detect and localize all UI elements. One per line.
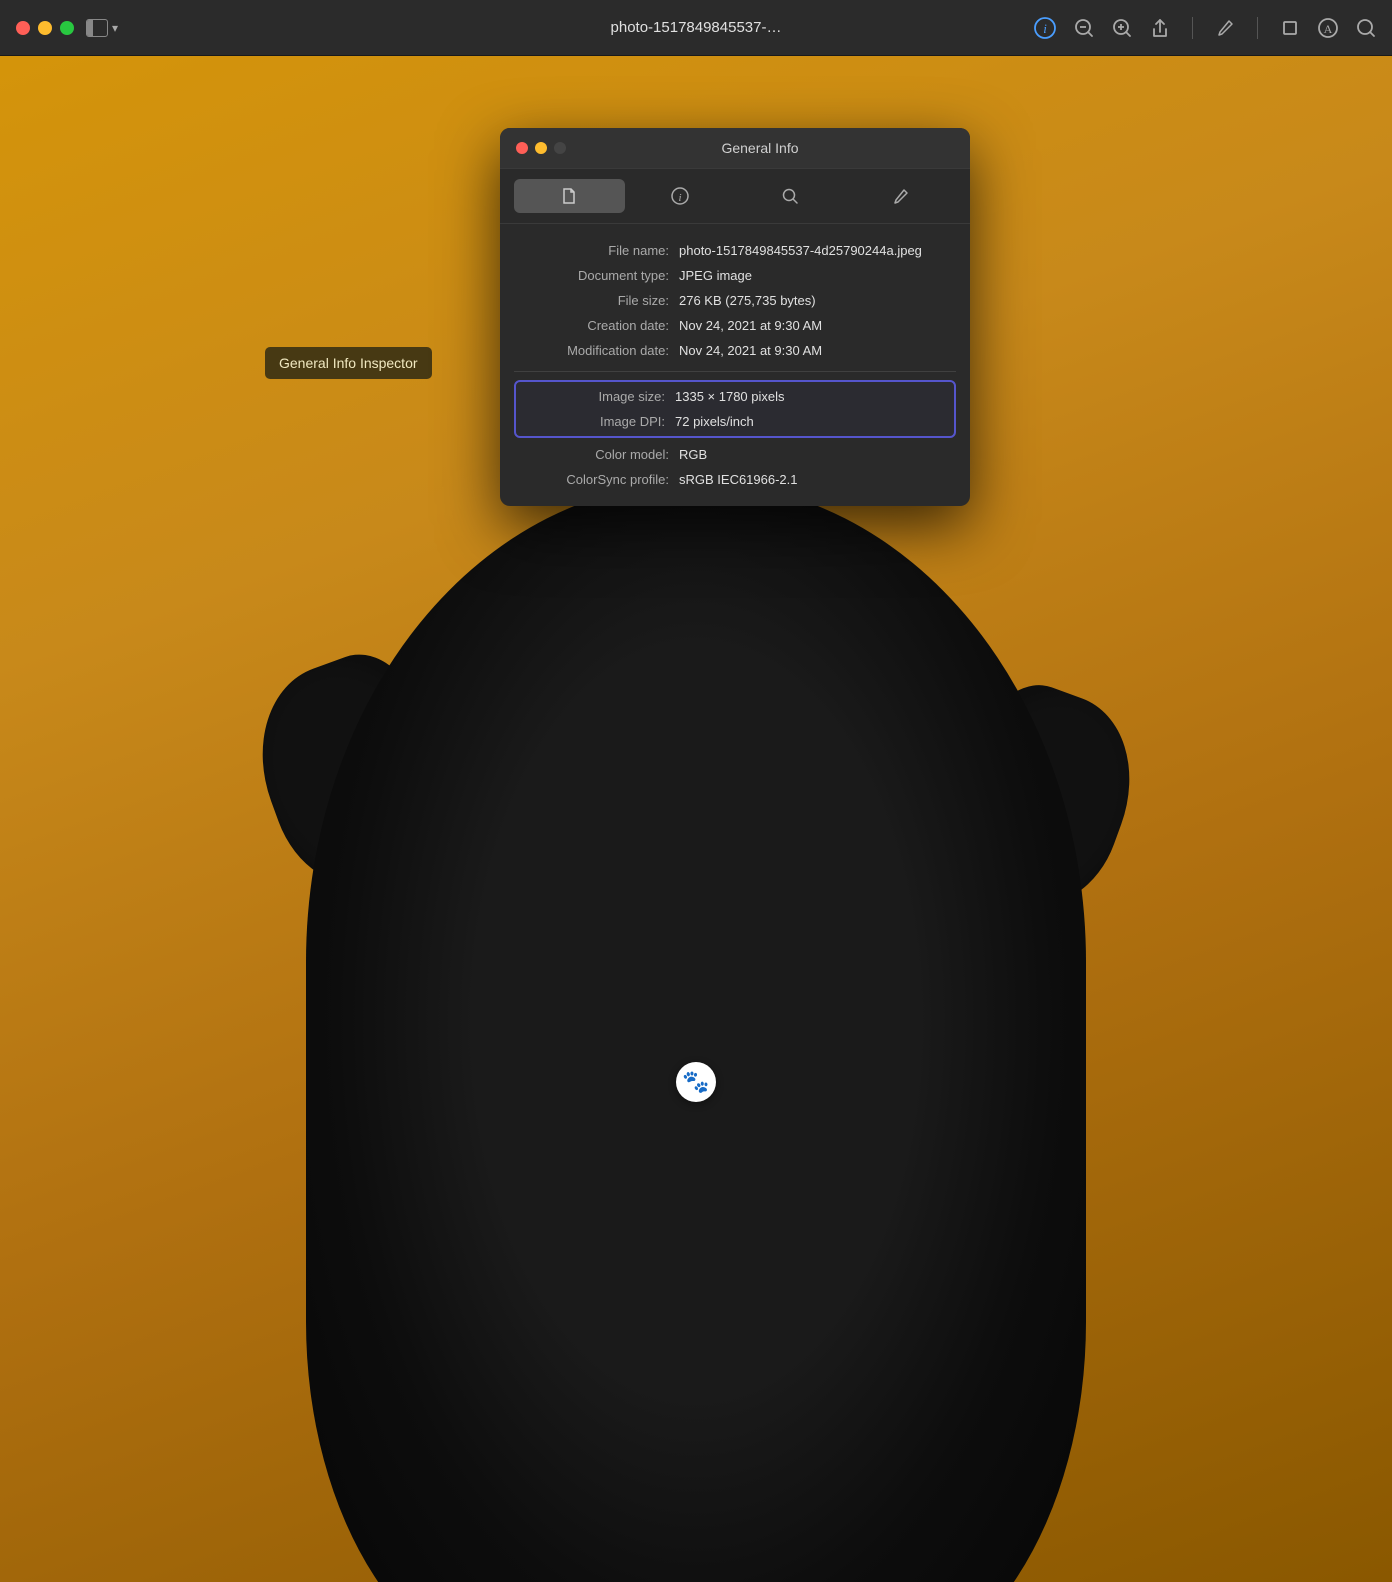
- panel-tabs: i: [500, 169, 970, 224]
- info-row-imagesize: Image size: 1335 × 1780 pixels: [516, 384, 954, 409]
- panel-title: General Info: [566, 140, 954, 156]
- info-row-colormodel: Color model: RGB: [500, 442, 970, 467]
- chevron-down-icon[interactable]: ▾: [112, 21, 118, 35]
- minimize-button[interactable]: [38, 21, 52, 35]
- value-modification: Nov 24, 2021 at 9:30 AM: [679, 343, 950, 358]
- sidebar-toggle-button[interactable]: [86, 19, 108, 37]
- tab-info[interactable]: i: [625, 179, 736, 213]
- toolbar-divider-2: [1257, 17, 1258, 39]
- label-imagesize: Image size:: [522, 389, 665, 404]
- info-row-creation: Creation date: Nov 24, 2021 at 9:30 AM: [500, 313, 970, 338]
- info-icon[interactable]: i: [1034, 17, 1056, 39]
- info-row-modification: Modification date: Nov 24, 2021 at 9:30 …: [500, 338, 970, 363]
- info-row-filesize: File size: 276 KB (275,735 bytes): [500, 288, 970, 313]
- tab-edit[interactable]: [846, 179, 957, 213]
- value-creation: Nov 24, 2021 at 9:30 AM: [679, 318, 950, 333]
- zoom-in-icon[interactable]: [1112, 18, 1132, 38]
- window-title: photo-1517849845537-…: [611, 19, 782, 36]
- value-dpi: 72 pixels/inch: [675, 414, 948, 429]
- markup-icon[interactable]: A: [1318, 18, 1338, 38]
- share-icon[interactable]: [1150, 18, 1170, 38]
- label-modification: Modification date:: [514, 343, 669, 358]
- traffic-lights: [16, 21, 74, 35]
- value-filename: photo-1517849845537-4d25790244a.jpeg: [679, 243, 950, 258]
- search-toolbar-icon[interactable]: [1356, 18, 1376, 38]
- label-filename: File name:: [514, 243, 669, 258]
- info-row-dpi: Image DPI: 72 pixels/inch: [516, 409, 954, 434]
- divider-1: [514, 371, 956, 372]
- toolbar-divider: [1192, 17, 1193, 39]
- svg-text:i: i: [1043, 21, 1047, 36]
- crop-icon[interactable]: [1280, 18, 1300, 38]
- label-dpi: Image DPI:: [522, 414, 665, 429]
- label-doctype: Document type:: [514, 268, 669, 283]
- info-row-filename: File name: photo-1517849845537-4d2579024…: [500, 238, 970, 263]
- zoom-out-icon[interactable]: [1074, 18, 1094, 38]
- label-colorsync: ColorSync profile:: [514, 472, 669, 487]
- tooltip: General Info Inspector: [265, 347, 432, 379]
- toolbar: i: [1034, 17, 1376, 39]
- main-content: 🐾 General Info Inspector General Info: [0, 56, 1392, 1582]
- maximize-button[interactable]: [60, 21, 74, 35]
- panel-close-button[interactable]: [516, 142, 528, 154]
- tab-search[interactable]: [735, 179, 846, 213]
- info-rows: File name: photo-1517849845537-4d2579024…: [500, 224, 970, 506]
- info-row-doctype: Document type: JPEG image: [500, 263, 970, 288]
- value-imagesize: 1335 × 1780 pixels: [675, 389, 948, 404]
- tab-file[interactable]: [514, 179, 625, 213]
- panel-maximize-button[interactable]: [554, 142, 566, 154]
- info-row-colorsync: ColorSync profile: sRGB IEC61966-2.1: [500, 467, 970, 492]
- value-filesize: 276 KB (275,735 bytes): [679, 293, 950, 308]
- label-filesize: File size:: [514, 293, 669, 308]
- highlighted-rows: Image size: 1335 × 1780 pixels Image DPI…: [514, 380, 956, 438]
- panel-title-bar: General Info: [500, 128, 970, 169]
- value-colorsync: sRGB IEC61966-2.1: [679, 472, 950, 487]
- close-button[interactable]: [16, 21, 30, 35]
- svg-text:A: A: [1324, 22, 1333, 36]
- svg-text:i: i: [678, 192, 681, 204]
- pug-body: [306, 482, 1086, 1582]
- pencil-icon[interactable]: [1215, 18, 1235, 38]
- value-doctype: JPEG image: [679, 268, 950, 283]
- value-colormodel: RGB: [679, 447, 950, 462]
- info-panel: General Info i: [500, 128, 970, 506]
- title-bar: ▾ photo-1517849845537-… i: [0, 0, 1392, 56]
- paw-cursor-icon: 🐾: [676, 1062, 716, 1102]
- panel-minimize-button[interactable]: [535, 142, 547, 154]
- tooltip-text: General Info Inspector: [279, 355, 418, 371]
- panel-traffic-lights: [516, 142, 566, 154]
- label-colormodel: Color model:: [514, 447, 669, 462]
- label-creation: Creation date:: [514, 318, 669, 333]
